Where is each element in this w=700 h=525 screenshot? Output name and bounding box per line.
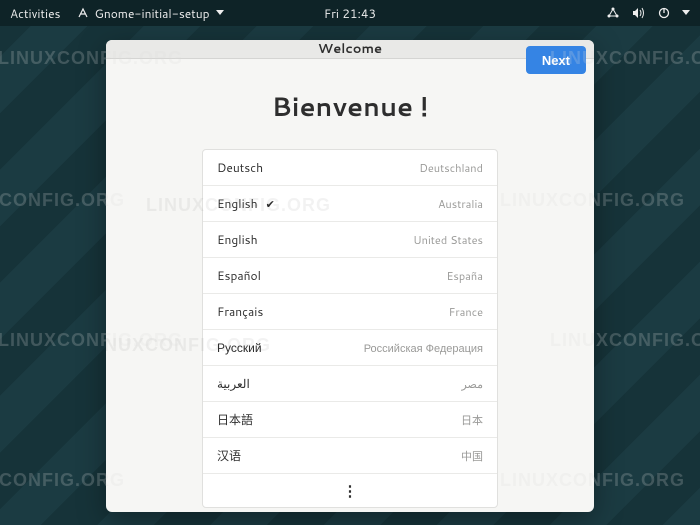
language-name: English	[217, 231, 258, 248]
language-region: France	[449, 304, 483, 320]
language-region: مصر	[461, 376, 483, 392]
initial-setup-window: Welcome Next Bienvenue ! Deutsch Deutsch…	[106, 40, 594, 512]
language-name: Français	[217, 303, 263, 320]
language-region: Australia	[438, 196, 483, 212]
language-name: Русский	[217, 339, 262, 356]
headline: Bienvenue !	[272, 89, 429, 125]
more-languages-button[interactable]: ⋮	[203, 474, 497, 507]
language-region: 日本	[461, 412, 483, 428]
window-title: Welcome	[318, 40, 382, 58]
language-name: Deutsch	[217, 159, 263, 176]
language-name: English	[217, 195, 258, 212]
language-name: العربية	[217, 375, 250, 392]
activities-button[interactable]: Activities	[10, 5, 61, 22]
network-icon	[606, 7, 620, 19]
check-icon: ✔	[266, 196, 275, 212]
current-app-label[interactable]: Gnome-initial-setup	[77, 5, 224, 22]
language-list: Deutsch Deutschland English ✔ Australia E…	[202, 149, 498, 508]
language-row[interactable]: English United States	[203, 222, 497, 258]
app-icon	[77, 7, 89, 19]
language-row[interactable]: العربية مصر	[203, 366, 497, 402]
clock[interactable]: Fri 21:43	[324, 5, 376, 22]
language-row[interactable]: Русский Российская Федерация	[203, 330, 497, 366]
language-row[interactable]: Français France	[203, 294, 497, 330]
power-icon	[658, 7, 670, 19]
language-region: España	[447, 268, 483, 284]
window-content: Bienvenue ! Deutsch Deutschland English ✔…	[106, 59, 594, 512]
language-row[interactable]: 日本語 日本	[203, 402, 497, 438]
app-name-text: Gnome-initial-setup	[95, 5, 210, 22]
language-row[interactable]: English ✔ Australia	[203, 186, 497, 222]
language-region: 中国	[461, 448, 483, 464]
next-button[interactable]: Next	[526, 46, 586, 74]
language-region: Российская Федерация	[364, 340, 483, 356]
dropdown-icon	[682, 10, 690, 16]
language-name: 汉语	[217, 447, 241, 464]
more-icon: ⋮	[343, 480, 358, 501]
language-name: Español	[217, 267, 261, 284]
titlebar: Welcome Next	[106, 40, 594, 59]
language-row[interactable]: Español España	[203, 258, 497, 294]
language-row[interactable]: 汉语 中国	[203, 438, 497, 474]
language-name: 日本語	[217, 411, 253, 428]
language-row[interactable]: Deutsch Deutschland	[203, 150, 497, 186]
systray[interactable]	[606, 7, 690, 19]
volume-icon	[632, 7, 646, 19]
dropdown-icon	[216, 10, 224, 16]
language-region: Deutschland	[419, 160, 483, 176]
language-region: United States	[413, 232, 483, 248]
top-bar: Activities Gnome-initial-setup Fri 21:43	[0, 0, 700, 26]
